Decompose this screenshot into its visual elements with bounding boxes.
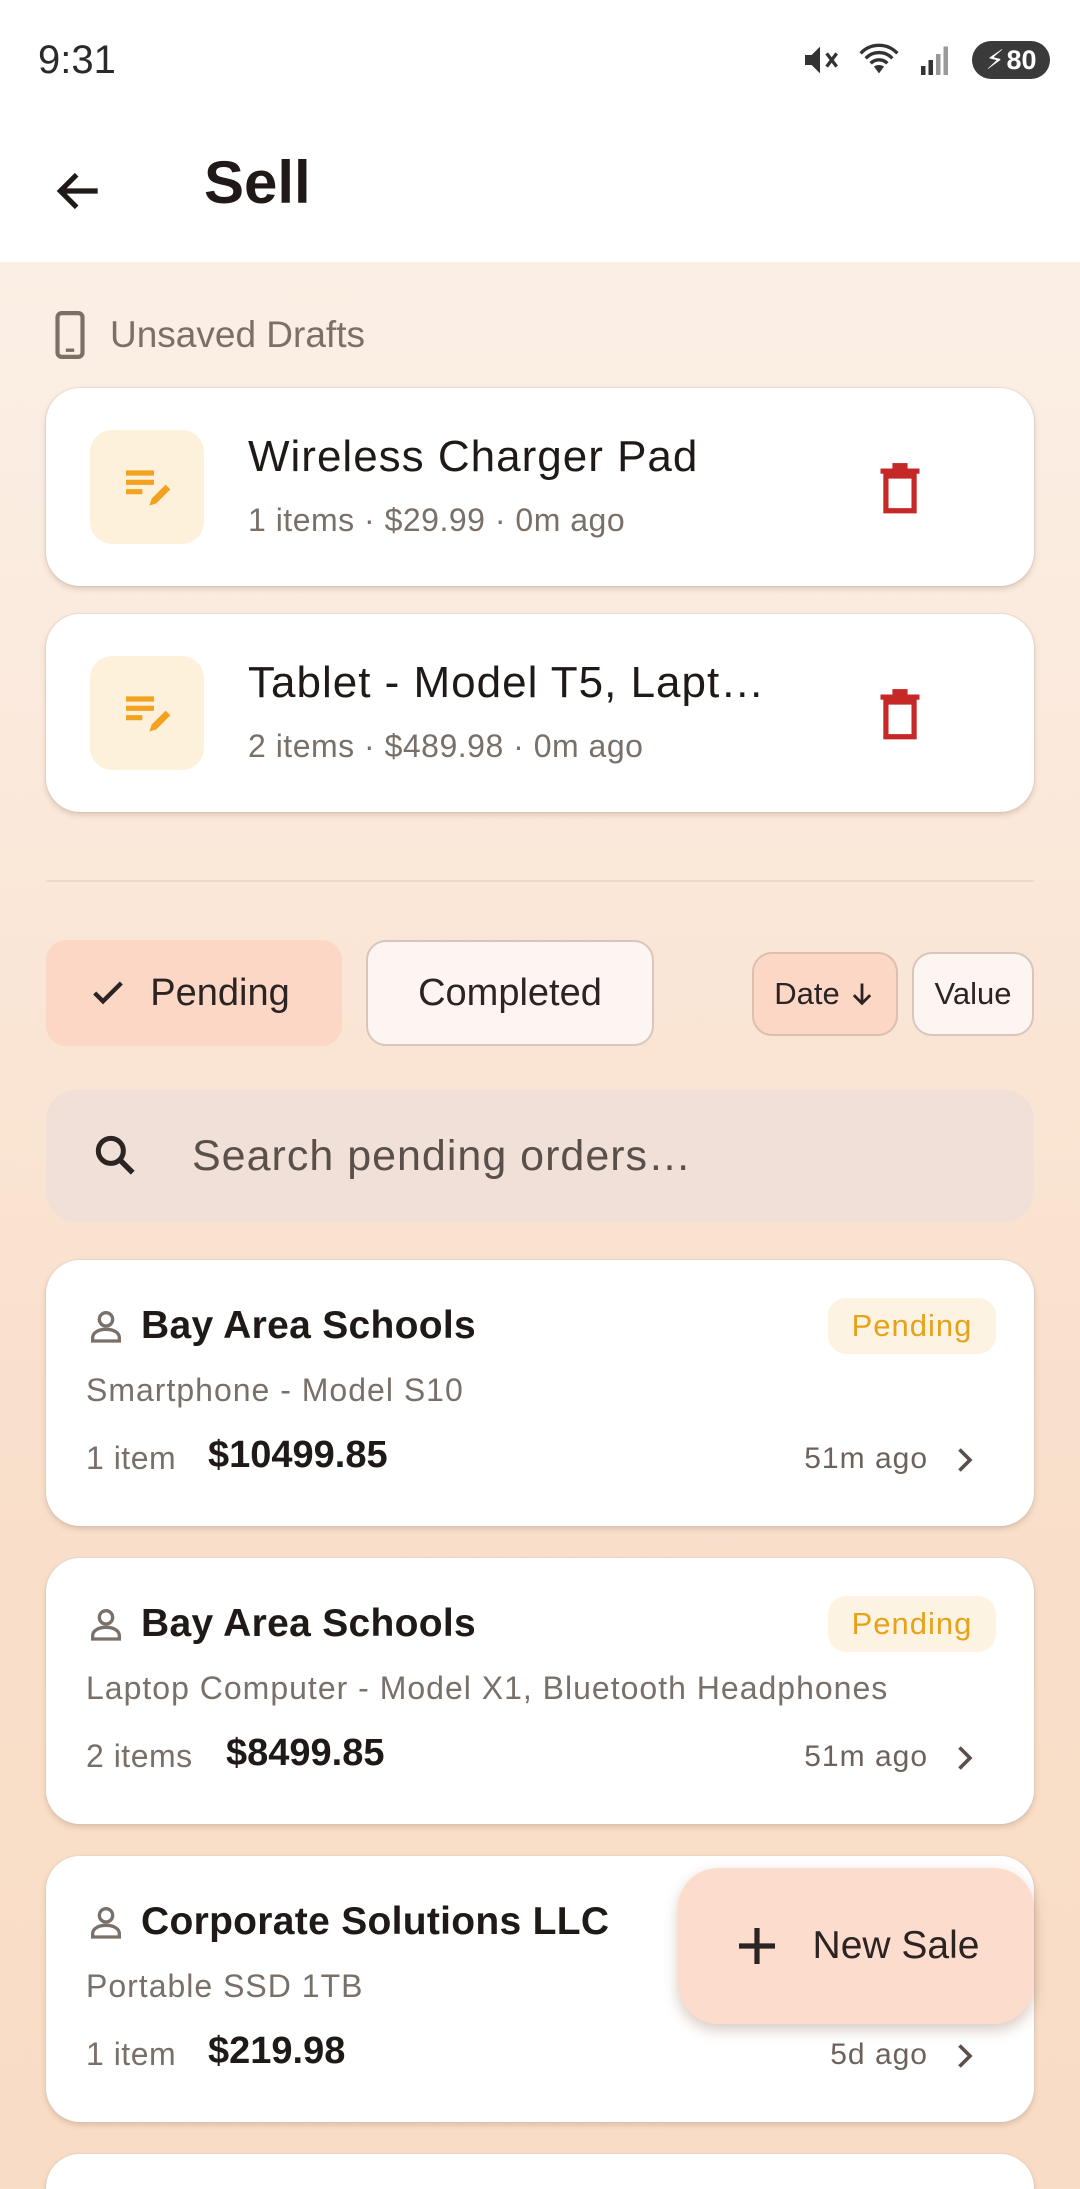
order-time: 5d ago <box>830 2038 928 2071</box>
drafts-header-label: Unsaved Drafts <box>110 314 365 355</box>
battery-level: 80 <box>1006 44 1037 75</box>
search-input[interactable] <box>192 1120 992 1192</box>
draft-card[interactable]: Wireless Charger Pad 1 items · $29.99 · … <box>46 388 1034 586</box>
draft-meta: 2 items · $489.98 · 0m ago <box>248 728 644 764</box>
page-title: Sell <box>204 149 311 216</box>
wifi-icon <box>859 43 899 74</box>
draft-edit-icon <box>126 696 171 732</box>
person-icon <box>91 1907 121 1939</box>
customer-name: Corporate Solutions LLC <box>141 1900 610 1943</box>
order-items: Laptop Computer - Model X1, Bluetooth He… <box>86 1670 889 1706</box>
new-sale-label: New Sale <box>812 1924 980 1967</box>
customer-name: Bay Area Schools <box>141 1304 476 1347</box>
draft-meta: 1 items · $29.99 · 0m ago <box>248 502 626 538</box>
back-arrow-icon <box>56 172 98 210</box>
back-button[interactable] <box>40 152 118 230</box>
phone-icon <box>55 311 85 359</box>
status-badge: Pending <box>828 1596 996 1652</box>
order-total: $8499.85 <box>226 1732 385 1774</box>
chevron-right-icon <box>958 1448 973 1472</box>
filter-chip-pending[interactable]: Pending <box>46 940 342 1046</box>
trash-icon <box>880 689 920 740</box>
sort-chip-value-label: Value <box>934 976 1012 1011</box>
status-badge: Pending <box>828 1298 996 1354</box>
draft-card[interactable]: Tablet - Model T5, Lapt… 2 items · $489.… <box>46 614 1034 812</box>
sort-chip-date-label: Date <box>774 976 840 1011</box>
order-item-count: 1 item <box>86 2036 177 2072</box>
order-items: Portable SSD 1TB <box>86 1968 364 2004</box>
filter-chip-completed[interactable]: Completed <box>366 940 654 1046</box>
battery-indicator: ⚡ 80 <box>972 41 1050 79</box>
order-card[interactable]: Bay Area Schools Pending Smartphone - Mo… <box>46 1260 1034 1526</box>
draft-icon-container <box>90 430 204 544</box>
draft-title: Wireless Charger Pad <box>248 432 699 481</box>
sort-chip-date[interactable]: Date <box>752 952 898 1036</box>
order-items: Smartphone - Model S10 <box>86 1372 464 1408</box>
delete-draft-button[interactable] <box>870 458 930 518</box>
plus-icon <box>738 1928 775 1964</box>
delete-draft-button[interactable] <box>870 684 930 744</box>
order-time: 51m ago <box>804 1740 928 1773</box>
order-item-count: 1 item <box>86 1440 177 1476</box>
customer-name: Bay Area Schools <box>141 1602 476 1645</box>
chevron-right-icon <box>958 2044 973 2068</box>
order-total: $219.98 <box>208 2030 346 2072</box>
filter-chip-completed-label: Completed <box>418 971 602 1014</box>
status-icons: ⚡ 80 <box>800 40 1050 80</box>
mute-icon <box>805 46 838 74</box>
person-icon <box>91 1609 121 1641</box>
bolt-icon: ⚡ <box>985 44 1005 75</box>
person-icon <box>91 1311 121 1343</box>
status-time: 9:31 <box>38 38 116 82</box>
trash-icon <box>880 463 920 514</box>
drafts-header: Unsaved Drafts <box>52 310 365 360</box>
order-total: $10499.85 <box>208 1434 388 1476</box>
search-icon <box>95 1135 135 1175</box>
status-bar: 9:31 ⚡ 80 <box>0 0 1080 120</box>
section-divider <box>46 880 1034 882</box>
search-bar[interactable] <box>46 1090 1034 1222</box>
filter-chip-pending-label: Pending <box>150 971 290 1014</box>
order-card[interactable]: Bay Area Schools Pending Laptop Computer… <box>46 1558 1034 1824</box>
signal-icon <box>921 46 948 75</box>
draft-title: Tablet - Model T5, Lapt… <box>248 658 766 707</box>
new-sale-button[interactable]: New Sale <box>678 1868 1034 2024</box>
arrow-down-icon <box>852 983 871 1006</box>
draft-edit-icon <box>126 470 171 506</box>
app-bar: Sell <box>0 120 1080 262</box>
draft-icon-container <box>90 656 204 770</box>
order-time: 51m ago <box>804 1442 928 1475</box>
chevron-right-icon <box>958 1746 973 1770</box>
order-card[interactable] <box>46 2154 1034 2189</box>
sort-chip-value[interactable]: Value <box>912 952 1034 1036</box>
check-icon <box>93 981 124 1005</box>
order-item-count: 2 items <box>86 1738 193 1774</box>
